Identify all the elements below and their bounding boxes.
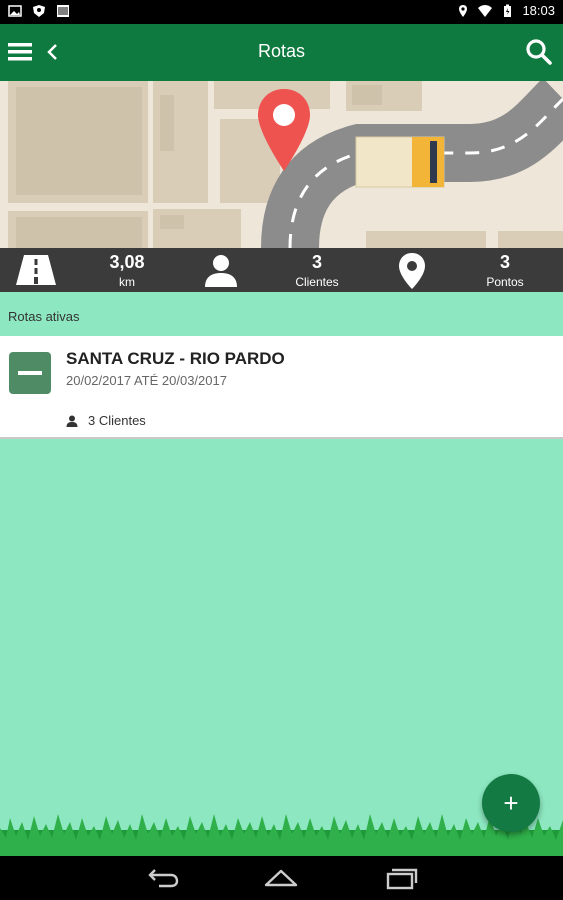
battery-icon <box>504 4 512 17</box>
page-title: Rotas <box>257 41 306 61</box>
active-routes-header: Rotas ativas <box>0 292 563 336</box>
points-label: Pontos <box>486 275 524 289</box>
person-icon <box>66 415 78 427</box>
recents-nav-icon[interactable] <box>384 866 420 890</box>
location-pin-icon <box>399 253 425 289</box>
status-time: 18:03 <box>522 3 555 18</box>
grass-decoration <box>0 814 563 856</box>
location-icon <box>459 4 468 17</box>
points-value: 3 <box>499 252 510 272</box>
route-map-illustration <box>0 81 563 248</box>
route-clients: 3 Clientes <box>66 413 146 428</box>
home-nav-icon[interactable] <box>263 866 299 890</box>
road-icon <box>16 255 56 285</box>
status-bar: 18:03 <box>0 0 563 24</box>
person-icon <box>205 255 237 287</box>
route-clients-label: 3 Clientes <box>88 413 146 428</box>
image-icon <box>8 5 22 17</box>
clients-label: Clientes <box>295 275 339 289</box>
system-nav-bar <box>0 856 563 900</box>
route-dates: 20/02/2017 ATÉ 20/03/2017 <box>66 373 227 388</box>
route-card[interactable]: SANTA CRUZ - RIO PARDO 20/02/2017 ATÉ 20… <box>0 336 563 439</box>
distance-label: km <box>119 275 135 289</box>
back-nav-icon[interactable] <box>145 866 181 890</box>
app-bar: Rotas <box>0 24 563 81</box>
barcode-icon <box>57 5 69 17</box>
add-route-label: + <box>503 788 519 818</box>
section-title: Rotas ativas <box>8 309 80 324</box>
add-route-button[interactable]: + <box>482 774 540 832</box>
wifi-icon <box>478 4 493 17</box>
search-icon[interactable] <box>525 38 553 66</box>
route-stats-bar: 3,08 km 3 Clientes 3 Pontos <box>0 248 563 292</box>
minus-icon[interactable] <box>9 352 51 394</box>
map-graphic <box>0 81 563 248</box>
route-name: SANTA CRUZ - RIO PARDO <box>66 349 285 368</box>
shield-icon <box>33 5 45 17</box>
clients-value: 3 <box>311 252 322 272</box>
distance-value: 3,08 <box>109 252 145 272</box>
